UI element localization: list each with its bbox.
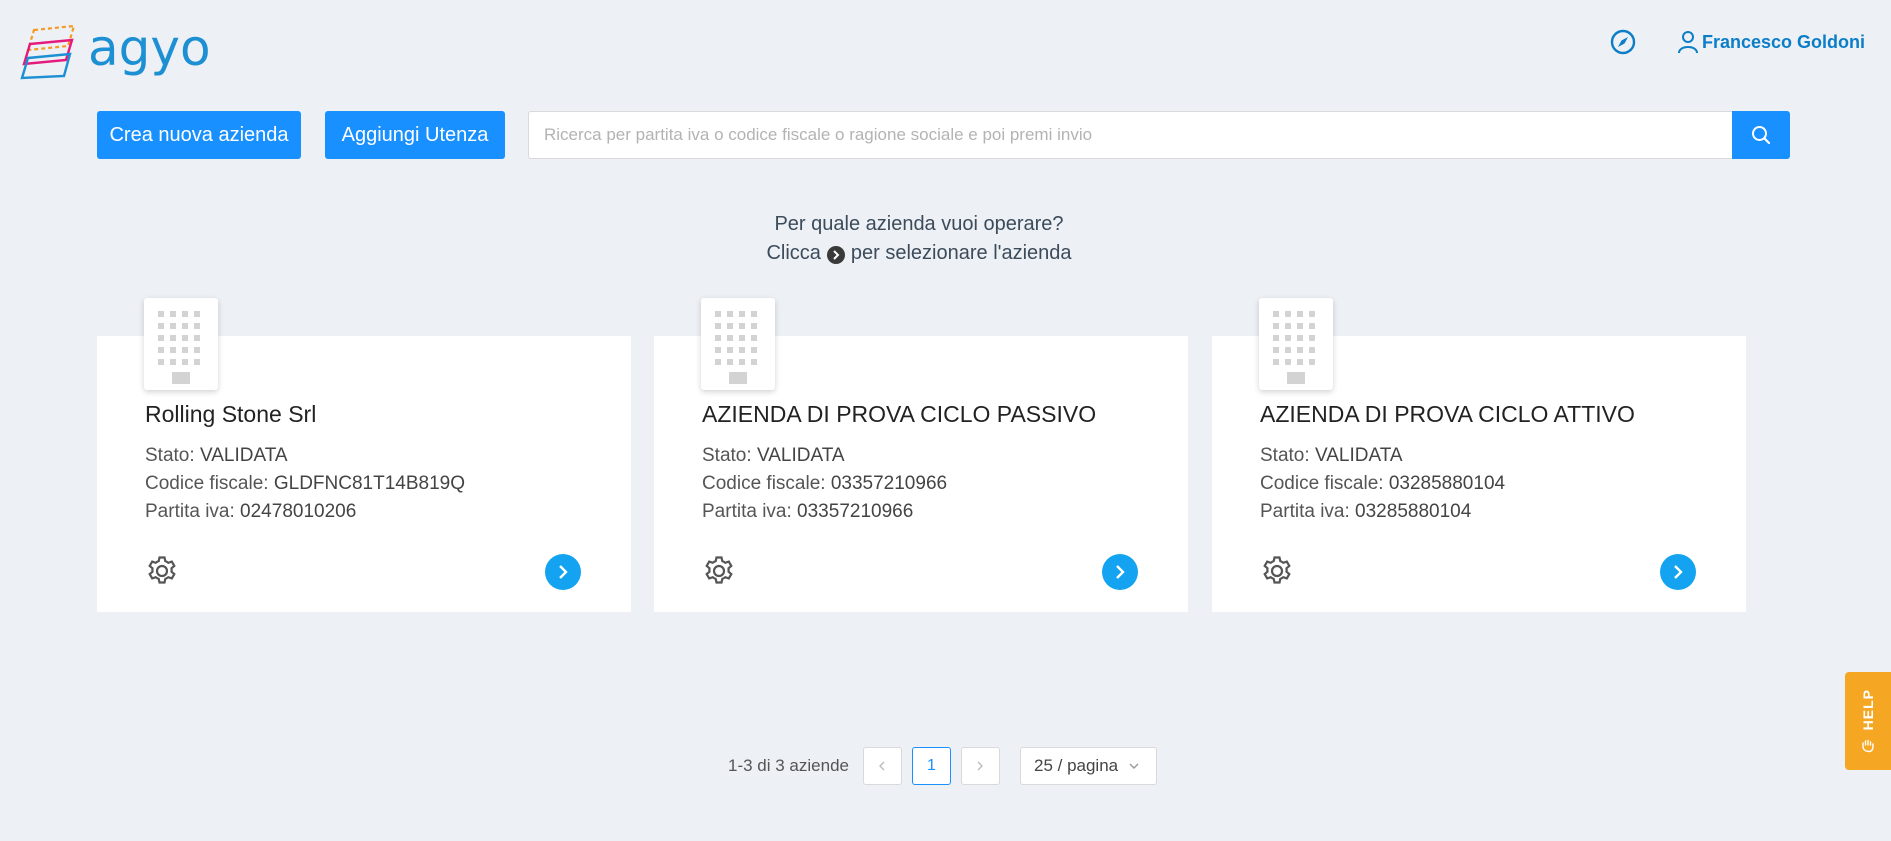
building-icon (144, 298, 218, 390)
next-page-button[interactable] (960, 747, 1000, 785)
status-value: VALIDATA (756, 445, 845, 466)
pagination: 1-3 di 3 aziende 1 25 / pagina (728, 747, 1157, 785)
add-user-button[interactable]: Aggiungi Utenza (325, 111, 505, 159)
company-vat: Partita iva: 03285880104 (1260, 501, 1471, 523)
search-bar (528, 111, 1790, 159)
help-label: HELP (1860, 689, 1876, 731)
search-button[interactable] (1732, 111, 1790, 159)
building-icon (701, 298, 775, 390)
chevron-right-icon (559, 565, 568, 579)
tax-code-value: 03357210966 (830, 473, 948, 494)
company-card: AZIENDA DI PROVA CICLO PASSIVO Stato: VA… (654, 298, 1188, 612)
brand-name: agyo (88, 19, 211, 77)
company-card: AZIENDA DI PROVA CICLO ATTIVO Stato: VAL… (1212, 298, 1746, 612)
status-value: VALIDATA (199, 445, 288, 466)
chevron-right-icon (1674, 565, 1683, 579)
prompt-question: Per quale azienda vuoi operare? (774, 213, 1064, 235)
gear-icon[interactable] (1260, 554, 1294, 588)
company-tax-code: Codice fiscale: 03357210966 (702, 473, 947, 495)
company-status: Stato: VALIDATA (145, 445, 288, 467)
tax-code-value: 03285880104 (1388, 473, 1506, 494)
logo-icon (20, 24, 76, 80)
tax-code-label: Codice fiscale: (1260, 473, 1384, 494)
company-tax-code: Codice fiscale: 03285880104 (1260, 473, 1505, 495)
company-name: Rolling Stone Srl (145, 401, 317, 427)
vat-label: Partita iva: (145, 501, 235, 522)
page-1-button[interactable]: 1 (911, 747, 951, 785)
select-company-button[interactable] (545, 554, 581, 590)
page-size-select[interactable]: 25 / pagina (1019, 747, 1157, 785)
page-size-value: 25 / pagina (1033, 756, 1119, 775)
status-label: Stato: (1260, 445, 1310, 466)
company-status: Stato: VALIDATA (1260, 445, 1403, 467)
company-tax-code: Codice fiscale: GLDFNC81T14B819Q (145, 473, 465, 495)
tax-code-value: GLDFNC81T14B819Q (273, 473, 465, 494)
user-menu[interactable]: Francesco Goldoni (1677, 30, 1865, 54)
select-company-button[interactable] (1660, 554, 1696, 590)
brand-logo[interactable]: agyo (20, 19, 211, 84)
building-icon (1259, 298, 1333, 390)
vat-value: 03285880104 (1355, 501, 1472, 522)
company-vat: Partita iva: 02478010206 (145, 501, 356, 523)
status-value: VALIDATA (1314, 445, 1403, 466)
company-vat: Partita iva: 03357210966 (702, 501, 913, 523)
vat-value: 02478010206 (240, 501, 357, 522)
company-card: Rolling Stone Srl Stato: VALIDATA Codice… (97, 298, 631, 612)
company-name: AZIENDA DI PROVA CICLO ATTIVO (1260, 401, 1635, 427)
company-name: AZIENDA DI PROVA CICLO PASSIVO (702, 401, 1097, 427)
company-status: Stato: VALIDATA (702, 445, 845, 467)
status-label: Stato: (702, 445, 752, 466)
chevron-right-icon (977, 761, 984, 771)
chevron-right-icon (826, 245, 845, 264)
select-company-button[interactable] (1102, 554, 1138, 590)
search-input[interactable] (528, 111, 1732, 159)
user-icon (1678, 31, 1698, 54)
selection-prompt: Per quale azienda vuoi operare? Clicca p… (0, 210, 1838, 268)
compass-icon[interactable] (1609, 28, 1637, 56)
prompt-hint-after: per selezionare l'azienda (850, 242, 1072, 264)
tax-code-label: Codice fiscale: (702, 473, 826, 494)
status-label: Stato: (145, 445, 195, 466)
tax-code-label: Codice fiscale: (145, 473, 269, 494)
vat-value: 03357210966 (797, 501, 914, 522)
gear-icon[interactable] (702, 554, 736, 588)
help-hand-icon (1862, 739, 1874, 752)
prev-page-button[interactable] (862, 747, 902, 785)
help-tab[interactable]: HELP (1845, 672, 1891, 770)
vat-label: Partita iva: (1260, 501, 1350, 522)
chevron-left-icon (879, 761, 885, 771)
search-icon (1752, 126, 1771, 145)
prompt-hint-before: Clicca (766, 242, 821, 264)
vat-label: Partita iva: (702, 501, 792, 522)
pagination-total: 1-3 di 3 aziende (728, 756, 849, 775)
create-company-button[interactable]: Crea nuova azienda (97, 111, 301, 159)
prompt-hint: Clicca per selezionare l'azienda (0, 239, 1838, 268)
user-name: Francesco Goldoni (1702, 31, 1866, 52)
chevron-down-icon (1129, 763, 1139, 769)
chevron-right-icon (1116, 565, 1125, 579)
gear-icon[interactable] (145, 554, 179, 588)
